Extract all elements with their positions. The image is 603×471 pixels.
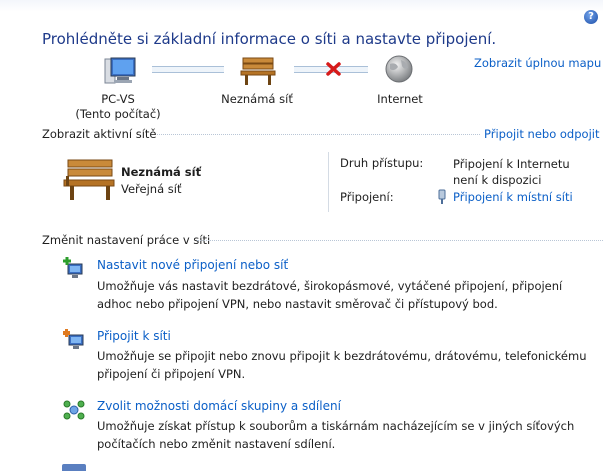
section-separator xyxy=(157,134,480,135)
local-area-connection-link[interactable]: Připojení k místní síti xyxy=(453,190,573,204)
section-separator xyxy=(197,240,603,241)
connect-to-network-description: Umožňuje se připojit nebo znovu připojit… xyxy=(97,349,587,381)
new-connection-description: Umožňuje vás nastavit bezdrátové, široko… xyxy=(97,279,563,311)
view-full-map-link[interactable]: Zobrazit úplnou mapu xyxy=(474,56,601,70)
connect-to-network-link[interactable]: Připojit k síti xyxy=(97,329,171,343)
public-network-bench-icon xyxy=(63,159,115,200)
help-icon[interactable]: ? xyxy=(584,10,598,24)
disconnected-x-icon xyxy=(326,62,341,76)
connections-label: Připojení: xyxy=(340,190,394,204)
active-network-type[interactable]: Veřejná síť xyxy=(121,182,181,196)
bench-icon xyxy=(240,57,276,85)
new-connection-link[interactable]: Nastavit nové připojení nebo síť xyxy=(97,258,288,272)
change-settings-heading: Změnit nastavení práce v síti xyxy=(42,233,211,247)
details-divider xyxy=(328,152,329,212)
homegroup-sharing-link[interactable]: Zvolit možnosti domácí skupiny a sdílení xyxy=(97,399,341,413)
page-title: Prohlédněte si základní informace o síti… xyxy=(42,30,497,48)
active-network-name: Neznámá síť xyxy=(121,165,202,179)
homegroup-sharing-icon xyxy=(63,400,85,420)
connect-disconnect-link[interactable]: Připojit nebo odpojit xyxy=(484,127,599,141)
internet-label: Internet xyxy=(377,92,423,106)
computer-name: PC-VS xyxy=(101,92,135,106)
new-connection-icon xyxy=(63,257,83,278)
ethernet-plug-icon xyxy=(438,189,446,204)
computer-icon xyxy=(104,57,136,84)
window-top-strip xyxy=(0,0,603,12)
access-type-value: Připojení k Internetu není k dispozici xyxy=(453,157,570,187)
active-networks-heading: Zobrazit aktivní sítě xyxy=(42,127,157,141)
network-map-label: Neznámá síť xyxy=(221,92,293,106)
globe-icon xyxy=(385,55,413,83)
computer-sub-label: (Tento počítač) xyxy=(75,107,161,121)
connect-to-network-icon xyxy=(63,329,84,349)
connection-line xyxy=(152,66,224,73)
homegroup-sharing-description: Umožňuje získat přístup k souborům a tis… xyxy=(97,419,575,451)
access-type-label: Druh přístupu: xyxy=(340,156,424,170)
next-task-icon xyxy=(62,464,86,471)
